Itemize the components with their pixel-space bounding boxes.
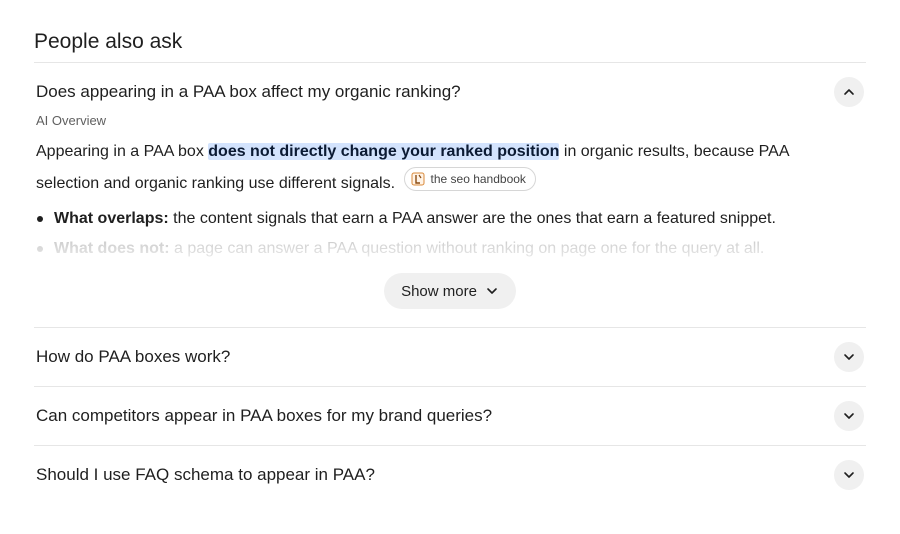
bullet-term: What overlaps: [54,210,169,227]
show-more-button[interactable]: Show more [384,273,516,309]
chevron-up-icon [844,89,854,95]
show-more-label: Show more [401,282,477,300]
answer-bullets: What overlaps: the content signals that … [36,204,856,264]
collapse-button[interactable] [834,77,864,107]
question-row[interactable]: How do PAA boxes work? [34,328,866,386]
answer-paragraph: Appearing in a PAA box does not directly… [36,137,836,199]
source-chip[interactable]: the seo handbook [403,167,536,191]
bullet-text: the content signals that earn a PAA answ… [168,210,776,227]
chevron-down-icon [844,354,854,360]
question-row[interactable]: Should I use FAQ schema to appear in PAA… [34,446,866,504]
source-favicon [411,172,424,186]
question-text: Does appearing in a PAA box affect my or… [36,82,461,101]
question-row-expanded[interactable]: Does appearing in a PAA box affect my or… [34,63,866,121]
list-item: What overlaps: the content signals that … [36,204,856,234]
chevron-down-icon [844,472,854,478]
source-chip-label: the seo handbook [430,172,526,186]
expand-button[interactable] [834,401,864,431]
section-title: People also ask [34,30,183,53]
ai-overview-label: AI Overview [36,113,107,128]
answer-highlight: does not directly change your ranked pos… [208,143,560,160]
question-text: How do PAA boxes work? [36,347,231,366]
bullet-term: What does not: [54,240,170,257]
expand-button[interactable] [834,460,864,490]
expand-button[interactable] [834,342,864,372]
question-row[interactable]: Can competitors appear in PAA boxes for … [34,387,866,445]
chevron-down-icon [844,413,854,419]
answer-text-before: Appearing in a PAA box [36,143,209,160]
bullet-text: a page can answer a PAA question without… [169,240,765,257]
question-text: Can competitors appear in PAA boxes for … [36,406,493,425]
chevron-down-icon [487,288,497,294]
list-item: What does not: a page can answer a PAA q… [36,234,856,264]
question-text: Should I use FAQ schema to appear in PAA… [36,465,375,484]
